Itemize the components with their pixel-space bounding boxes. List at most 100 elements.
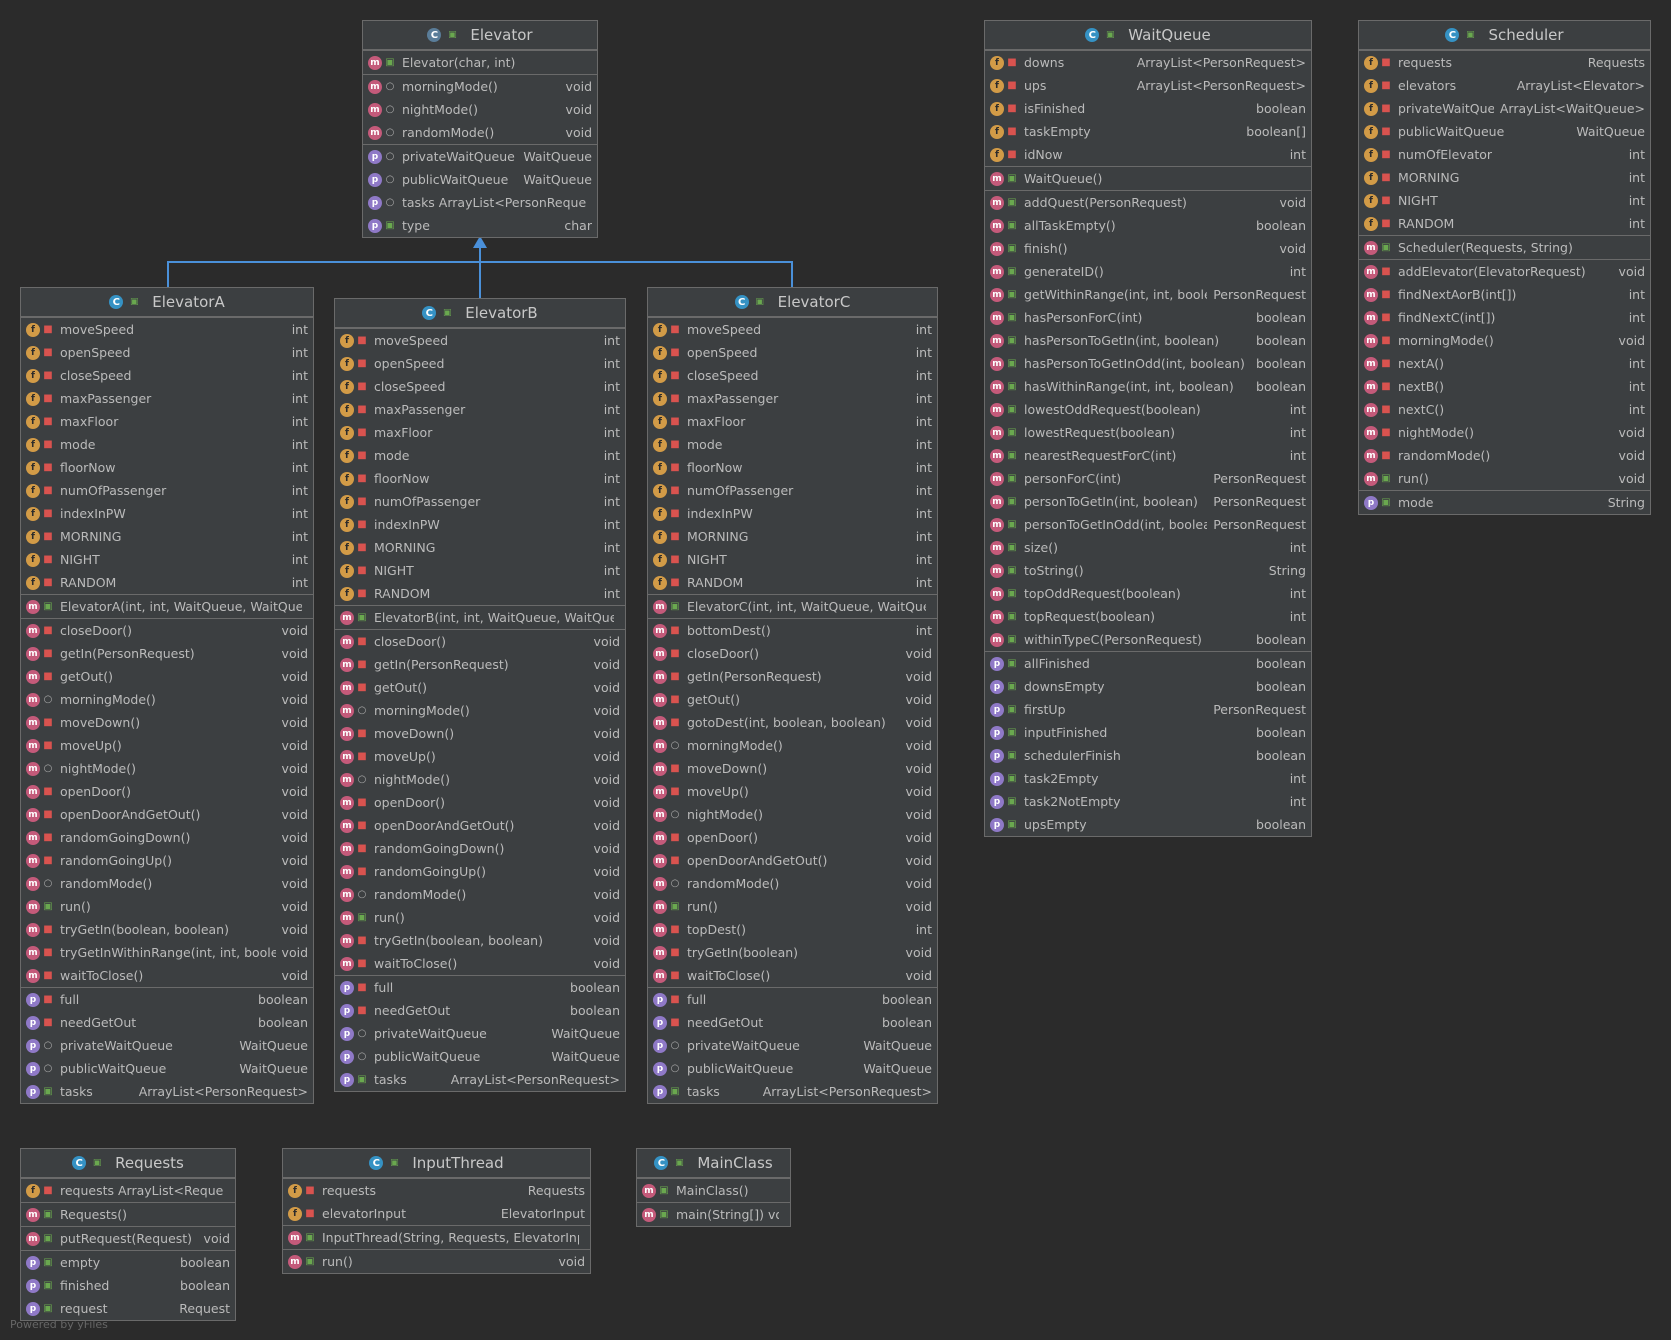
method-row[interactable]: m ■ openDoor() void <box>21 780 313 803</box>
field-row[interactable]: f ■ NIGHT int <box>1359 189 1650 212</box>
method-row[interactable]: m ■ getOut() void <box>648 688 937 711</box>
method-row[interactable]: m ▣ topOddRequest(boolean) int <box>985 582 1311 605</box>
field-row[interactable]: f ■ maxFloor int <box>335 421 625 444</box>
property-row[interactable]: p ▣ downsEmpty boolean <box>985 675 1311 698</box>
property-row[interactable]: p ○ publicWaitQueue WaitQueue <box>21 1057 313 1080</box>
class-elevator-c[interactable]: C ▣ ElevatorC f ■ moveSpeed int f ■ openSpeed int f… <box>647 287 938 1104</box>
method-row[interactable]: m ▣ InputThread(String, Requests, Elevator… <box>283 1226 590 1249</box>
method-row[interactable]: m ○ randomMode() void <box>335 883 625 906</box>
method-row[interactable]: m ▣ personForC(int) PersonRequest <box>985 467 1311 490</box>
method-row[interactable]: m ▣ Elevator(char, int) <box>363 51 597 74</box>
property-row[interactable]: p ▣ firstUp PersonRequest <box>985 698 1311 721</box>
field-row[interactable]: f ■ indexInPW int <box>21 502 313 525</box>
field-row[interactable]: f ■ moveSpeed int <box>648 318 937 341</box>
field-row[interactable]: f ■ idNow int <box>985 143 1311 166</box>
method-row[interactable]: m ■ getOut() void <box>335 676 625 699</box>
field-row[interactable]: f ■ floorNow int <box>21 456 313 479</box>
method-row[interactable]: m ▣ run() void <box>1359 467 1650 490</box>
method-row[interactable]: m ■ waitToClose() void <box>335 952 625 975</box>
method-row[interactable]: m ■ nextA() int <box>1359 352 1650 375</box>
method-row[interactable]: m ▣ ElevatorA(int, int, WaitQueue, WaitQue… <box>21 595 313 618</box>
property-row[interactable]: p ▣ finished boolean <box>21 1274 235 1297</box>
property-row[interactable]: p ▣ request Request <box>21 1297 235 1320</box>
field-row[interactable]: f ■ moveSpeed int <box>21 318 313 341</box>
class-elevator[interactable]: C ▣ Elevator m ▣ Elevator(char, int) m ○ morning… <box>362 20 598 238</box>
field-row[interactable]: f ■ publicWaitQueue WaitQueue <box>1359 120 1650 143</box>
method-row[interactable]: m ■ randomGoingUp() void <box>21 849 313 872</box>
method-row[interactable]: m ○ nightMode() void <box>21 757 313 780</box>
method-row[interactable]: m ▣ Requests() <box>21 1203 235 1226</box>
field-row[interactable]: f ■ maxPassenger int <box>648 387 937 410</box>
field-row[interactable]: f ■ numOfElevator int <box>1359 143 1650 166</box>
method-row[interactable]: m ■ closeDoor() void <box>648 642 937 665</box>
field-row[interactable]: f ■ downs ArrayList<PersonRequest> <box>985 51 1311 74</box>
method-row[interactable]: m ○ randomMode() void <box>648 872 937 895</box>
field-row[interactable]: f ■ closeSpeed int <box>335 375 625 398</box>
method-row[interactable]: m ▣ WaitQueue() <box>985 167 1311 190</box>
method-row[interactable]: m ▣ run() void <box>648 895 937 918</box>
method-row[interactable]: m ▣ hasWithinRange(int, int, boolean) boole… <box>985 375 1311 398</box>
property-row[interactable]: p ▣ upsEmpty boolean <box>985 813 1311 836</box>
field-row[interactable]: f ■ moveSpeed int <box>335 329 625 352</box>
property-row[interactable]: p ▣ empty boolean <box>21 1251 235 1274</box>
method-row[interactable]: m ■ tryGetIn(boolean, boolean) void <box>21 918 313 941</box>
property-row[interactable]: p ■ full boolean <box>21 988 313 1011</box>
field-row[interactable]: f ■ ups ArrayList<PersonRequest> <box>985 74 1311 97</box>
class-main-class[interactable]: C ▣ MainClass m ▣ MainClass() m ▣ main(String[])… <box>636 1148 791 1227</box>
field-row[interactable]: f ■ NIGHT int <box>648 548 937 571</box>
method-row[interactable]: m ■ moveUp() void <box>648 780 937 803</box>
method-row[interactable]: m ▣ hasPersonToGetIn(int, boolean) boolean <box>985 329 1311 352</box>
method-row[interactable]: m ■ moveUp() void <box>21 734 313 757</box>
class-wait-queue[interactable]: C ▣ WaitQueue f ■ downs ArrayList<PersonReques… <box>984 20 1312 837</box>
class-requests[interactable]: C ▣ Requests f■ requests ArrayList<Request> m… <box>20 1148 236 1321</box>
method-row[interactable]: m ■ moveDown() void <box>335 722 625 745</box>
property-row[interactable]: p ■ full boolean <box>648 988 937 1011</box>
method-row[interactable]: m ○ morningMode() void <box>363 75 597 98</box>
property-row[interactable]: p ▣ type char <box>363 214 597 237</box>
property-row[interactable]: p ▣ tasks ArrayList<PersonRequest> <box>335 1068 625 1091</box>
method-row[interactable]: m ■ randomGoingDown() void <box>21 826 313 849</box>
field-row[interactable]: f ■ mode int <box>21 433 313 456</box>
field-row[interactable]: f ■ NIGHT int <box>21 548 313 571</box>
field-row[interactable]: f ■ numOfPassenger int <box>335 490 625 513</box>
property-row[interactable]: p ○ privateWaitQueue WaitQueue <box>21 1034 313 1057</box>
method-row[interactable]: m ■ waitToClose() void <box>21 964 313 987</box>
field-row[interactable]: f■ requests ArrayList<Request> <box>21 1179 235 1202</box>
method-row[interactable]: m ○ morningMode() void <box>21 688 313 711</box>
method-row[interactable]: m ▣ ElevatorC(int, int, WaitQueue, WaitQue… <box>648 595 937 618</box>
method-row[interactable]: m ○ nightMode() void <box>335 768 625 791</box>
method-row[interactable]: m ○ morningMode() void <box>648 734 937 757</box>
property-row[interactable]: p ▣ tasks ArrayList<PersonRequest> <box>648 1080 937 1103</box>
field-row[interactable]: f ■ MORNING int <box>1359 166 1650 189</box>
field-row[interactable]: f ■ closeSpeed int <box>648 364 937 387</box>
method-row[interactable]: m ○ randomMode() void <box>363 121 597 144</box>
field-row[interactable]: f ■ RANDOM int <box>1359 212 1650 235</box>
property-row[interactable]: p ■ full boolean <box>335 976 625 999</box>
field-row[interactable]: f ■ RANDOM int <box>648 571 937 594</box>
method-row[interactable]: m ○ randomMode() void <box>21 872 313 895</box>
property-row[interactable]: p ○ publicWaitQueue WaitQueue <box>648 1057 937 1080</box>
method-row[interactable]: m ■ waitToClose() void <box>648 964 937 987</box>
method-row[interactable]: m ■ moveDown() void <box>648 757 937 780</box>
method-row[interactable]: m ▣ run() void <box>283 1250 590 1273</box>
property-row[interactable]: p ■ needGetOut boolean <box>21 1011 313 1034</box>
method-row[interactable]: m ■ openDoorAndGetOut() void <box>335 814 625 837</box>
property-row[interactable]: p ■ needGetOut boolean <box>335 999 625 1022</box>
method-row[interactable]: m ■ randomMode() void <box>1359 444 1650 467</box>
field-row[interactable]: f ■ indexInPW int <box>648 502 937 525</box>
property-row[interactable]: p ▣ tasks ArrayList<PersonRequest> <box>21 1080 313 1103</box>
field-row[interactable]: f ■ MORNING int <box>335 536 625 559</box>
method-row[interactable]: m ■ moveDown() void <box>21 711 313 734</box>
method-row[interactable]: m ■ closeDoor() void <box>21 619 313 642</box>
property-row[interactable]: p ○ privateWaitQueue WaitQueue <box>335 1022 625 1045</box>
method-row[interactable]: m ■ nextB() int <box>1359 375 1650 398</box>
method-row[interactable]: m ▣ hasPersonToGetInOdd(int, boolean) boole… <box>985 352 1311 375</box>
method-row[interactable]: m ▣ personToGetIn(int, boolean) PersonReque… <box>985 490 1311 513</box>
field-row[interactable]: f ■ maxFloor int <box>21 410 313 433</box>
method-row[interactable]: m ▣ hasPersonForC(int) boolean <box>985 306 1311 329</box>
class-elevator-b[interactable]: C ▣ ElevatorB f ■ moveSpeed int f ■ openSpeed int f… <box>334 298 626 1092</box>
method-row[interactable]: m ■ findNextAorB(int[]) int <box>1359 283 1650 306</box>
field-row[interactable]: f ■ RANDOM int <box>21 571 313 594</box>
method-row[interactable]: m ▣ topRequest(boolean) int <box>985 605 1311 628</box>
method-row[interactable]: m ■ gotoDest(int, boolean, boolean) void <box>648 711 937 734</box>
